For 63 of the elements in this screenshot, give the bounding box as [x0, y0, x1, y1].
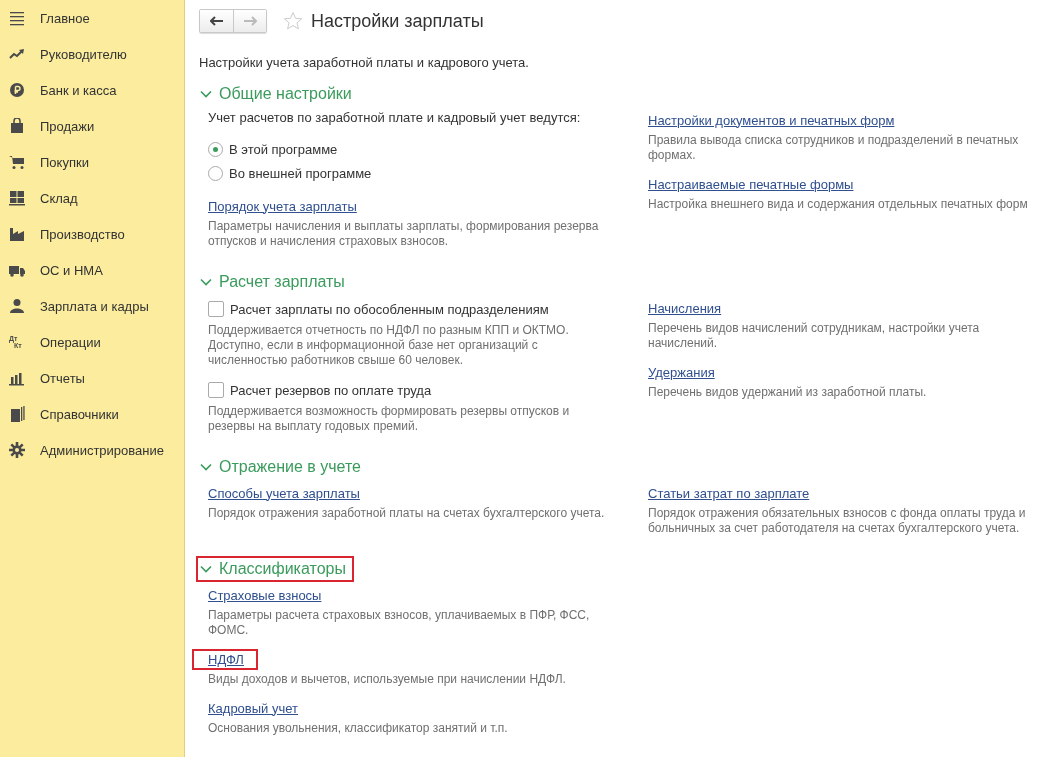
- ruble-coin-icon: [9, 82, 25, 98]
- sidebar-item[interactable]: Банк и касса: [0, 72, 184, 108]
- section-header[interactable]: Отражение в учете: [196, 454, 369, 480]
- sidebar-item[interactable]: Зарплата и кадры: [0, 288, 184, 324]
- sidebar-item[interactable]: Производство: [0, 216, 184, 252]
- section-header[interactable]: Классификаторы: [196, 556, 354, 582]
- left-arrow-icon: [209, 16, 224, 26]
- person-icon: [9, 298, 25, 314]
- settings-link[interactable]: Страховые взносы: [206, 584, 324, 606]
- settings-link[interactable]: Статьи затрат по зарплате: [646, 482, 812, 504]
- settings-link[interactable]: Удержания: [646, 361, 717, 383]
- setting-description: Виды доходов и вычетов, используемые при начислении НДФЛ.: [208, 672, 567, 687]
- settings-link[interactable]: Настраиваемые печатные формы: [646, 173, 856, 195]
- chevron-icon: [200, 565, 212, 573]
- factory-icon: [9, 226, 25, 242]
- settings-link[interactable]: Настройки документов и печатных форм: [646, 109, 897, 131]
- right-arrow-icon: [243, 16, 257, 26]
- settings-link[interactable]: Способы учета зарплаты: [206, 482, 362, 504]
- chevron-icon: [200, 463, 212, 471]
- page-title: Настройки зарплаты: [311, 10, 484, 32]
- intro-text: Настройки учета заработной платы и кадрового учета.: [199, 55, 530, 71]
- sidebar-item[interactable]: Руководителю: [0, 36, 184, 72]
- section-header[interactable]: Общие настройки: [196, 81, 360, 107]
- sidebar-item[interactable]: Покупки: [0, 144, 184, 180]
- setting-description: Параметры начисления и выплаты зарплаты, формирования резерва отпусков и начисления страховых взносов.: [208, 219, 600, 249]
- setting-description: Порядок отражения обязательных взносов с фонда оплаты труда и больничных за счет работодателя на счетах бухгалтерского учета.: [648, 506, 1027, 536]
- settings-link[interactable]: НДФЛ: [192, 648, 258, 670]
- sidebar-item[interactable]: Справочники: [0, 396, 184, 432]
- grid-icon: [9, 190, 25, 206]
- setting-description: Поддерживается отчетность по НДФЛ по разным КПП и ОКТМО. Доступно, если в информационной базе нет организаций с численностью работников свыше 60 человек.: [208, 323, 570, 368]
- setting-description: Порядок отражения заработной платы на счетах бухгалтерского учета.: [208, 506, 606, 521]
- setting-description: Перечень видов начислений сотрудникам, настройки учета начислений.: [648, 321, 981, 351]
- shopping-bag-icon: [9, 118, 25, 134]
- setting-description: Параметры расчета страховых взносов, уплачиваемых в ПФР, ФСС, ФОМС.: [208, 608, 591, 638]
- bar-chart-icon: [9, 370, 25, 386]
- star-icon[interactable]: [283, 11, 303, 31]
- radio-option[interactable]: Во внешней программе: [208, 161, 608, 185]
- sidebar-item[interactable]: Продажи: [0, 108, 184, 144]
- setting-description: Основания увольнения, классификатор занятий и т.п.: [208, 721, 509, 736]
- chevron-icon: [200, 90, 212, 98]
- checkbox-option[interactable]: Расчет резервов по оплате труда: [208, 378, 608, 402]
- setting-description: Правила вывода списка сотрудников и подразделений в печатных формах.: [648, 133, 1020, 163]
- documents-icon: [9, 406, 25, 422]
- sidebar-item[interactable]: Склад: [0, 180, 184, 216]
- cart-icon: [9, 154, 25, 170]
- section-header[interactable]: Расчет зарплаты: [196, 269, 353, 295]
- settings-icon: [9, 442, 25, 458]
- settings-link[interactable]: Начисления: [646, 297, 724, 319]
- sidebar-item[interactable]: Администрирование: [0, 432, 184, 468]
- setting-description: Поддерживается возможность формировать резервы отпусков и резервы на выплату годовых премий.: [208, 404, 571, 434]
- radio-option[interactable]: В этой программе: [208, 137, 608, 161]
- sidebar-item[interactable]: Отчеты: [0, 360, 184, 396]
- setting-label: Учет расчетов по заработной плате и кадровый учет ведутся:: [208, 109, 582, 127]
- checkbox-option[interactable]: Расчет зарплаты по обособленным подразделениям: [208, 297, 608, 321]
- menu-icon: [9, 10, 25, 26]
- sidebar-item[interactable]: Главное: [0, 0, 184, 36]
- settings-link[interactable]: Порядок учета зарплаты: [206, 195, 359, 217]
- back-button[interactable]: [200, 10, 233, 32]
- chevron-icon: [200, 278, 212, 286]
- sidebar-item[interactable]: ОС и НМА: [0, 252, 184, 288]
- settings-link[interactable]: Кадровый учет: [206, 697, 300, 719]
- setting-description: Настройка внешнего вида и содержания отдельных печатных форм: [648, 197, 1029, 212]
- setting-description: Перечень видов удержаний из заработной платы.: [648, 385, 928, 400]
